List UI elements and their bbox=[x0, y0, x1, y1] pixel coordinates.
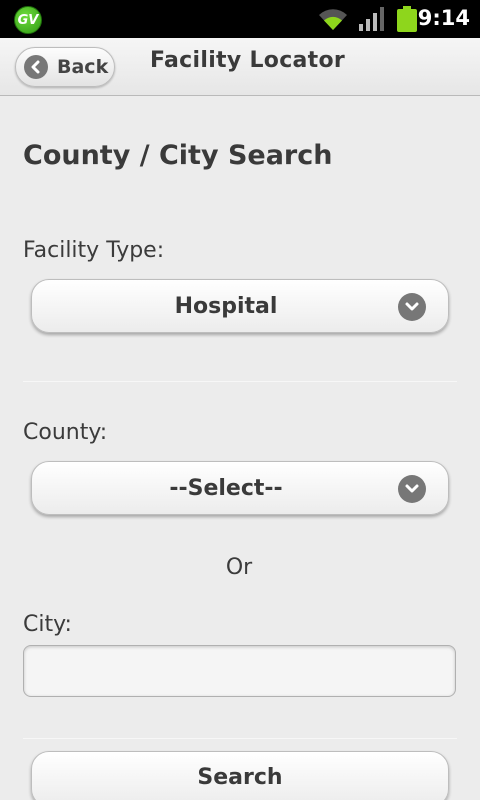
chevron-down-icon bbox=[398, 293, 426, 321]
search-button-label: Search bbox=[197, 765, 283, 790]
back-button[interactable]: Back bbox=[15, 47, 115, 87]
signal-icon bbox=[359, 7, 384, 31]
battery-icon bbox=[397, 6, 417, 32]
divider bbox=[23, 381, 457, 382]
back-arrow-icon bbox=[24, 55, 48, 79]
header-bar: Back Facility Locator bbox=[0, 38, 480, 96]
search-button[interactable]: Search bbox=[31, 751, 449, 800]
page-title: Facility Locator bbox=[150, 48, 346, 73]
app-notification-icon: GV bbox=[14, 6, 42, 34]
county-label: County: bbox=[23, 420, 108, 445]
city-label: City: bbox=[23, 612, 72, 637]
facility-type-label: Facility Type: bbox=[23, 238, 165, 263]
chevron-down-icon bbox=[398, 475, 426, 503]
facility-type-select[interactable]: Hospital bbox=[31, 279, 449, 333]
back-button-label: Back bbox=[57, 56, 109, 78]
county-select[interactable]: --Select-- bbox=[31, 461, 449, 515]
county-value: --Select-- bbox=[169, 475, 283, 501]
status-bar: GV 9:14 bbox=[0, 0, 480, 38]
wifi-icon bbox=[319, 9, 347, 31]
section-heading: County / City Search bbox=[23, 140, 333, 171]
facility-type-value: Hospital bbox=[174, 293, 278, 319]
city-input[interactable] bbox=[23, 645, 456, 697]
divider bbox=[23, 738, 457, 739]
status-clock: 9:14 bbox=[417, 6, 470, 30]
or-separator-label: Or bbox=[225, 555, 253, 580]
